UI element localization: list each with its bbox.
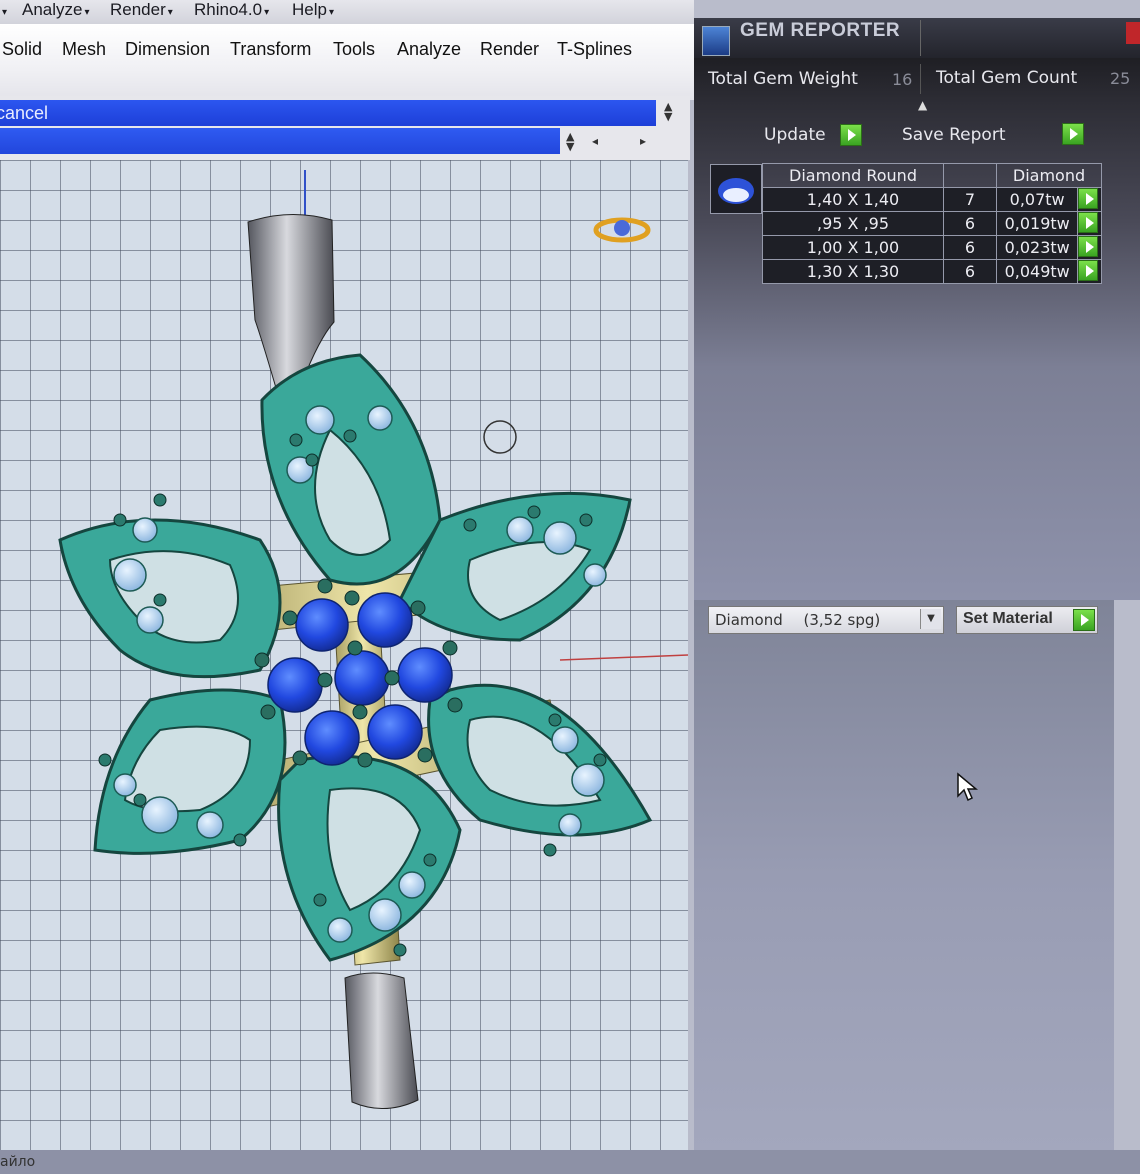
status-text: айло <box>0 1154 36 1170</box>
material-density: (3,52 spg) <box>803 611 881 629</box>
diamond-shape-tile[interactable] <box>710 164 762 214</box>
row-select-button[interactable] <box>1077 211 1102 236</box>
title-divider <box>920 20 921 56</box>
history-scroll-arrows[interactable]: ▲ ▼ <box>664 101 672 122</box>
round-diamond-icon <box>718 178 754 204</box>
menu-transform[interactable]: Transform <box>230 39 311 60</box>
menu-render-2[interactable]: Render <box>480 39 539 60</box>
chevron-down-icon: ▾ <box>167 7 173 18</box>
chevron-down-icon: ▾ <box>328 7 334 18</box>
save-report-button[interactable] <box>1062 123 1084 145</box>
command-input[interactable] <box>0 128 560 154</box>
row-select-button[interactable] <box>1077 235 1102 260</box>
viewport-top[interactable] <box>0 160 688 1150</box>
update-button[interactable] <box>840 124 862 146</box>
row-select-button[interactable] <box>1077 259 1102 284</box>
mouse-pointer-icon <box>957 772 978 802</box>
row-size: 1,00 X 1,00 <box>762 235 944 260</box>
green-play-arrow-icon[interactable] <box>1078 260 1099 281</box>
gem-table-header: Diamond Round Diamond <box>762 163 1102 188</box>
menu-rhino[interactable]: Rhino4.0 ▾ <box>194 0 269 20</box>
green-play-arrow-icon[interactable] <box>1078 212 1099 233</box>
gem-reporter-panel: GEM REPORTER Total Gem Weight 16 Total G… <box>694 18 1140 600</box>
row-size: 1,30 X 1,30 <box>762 259 944 284</box>
material-selected: Diamond <box>715 611 783 629</box>
menu-analyze[interactable]: Analyze ▾ <box>22 0 90 20</box>
row-weight: 0,019tw <box>995 211 1079 236</box>
menu-render[interactable]: Render ▾ <box>110 0 173 20</box>
table-row[interactable]: 1,30 X 1,30 6 0,049tw <box>762 259 1102 284</box>
close-icon[interactable] <box>1126 22 1140 44</box>
table-row[interactable]: 1,40 X 1,40 7 0,07tw <box>762 187 1102 212</box>
row-size: ,95 X ,95 <box>762 211 944 236</box>
row-weight: 0,07tw <box>995 187 1079 212</box>
arrow-left-icon[interactable]: ◂ <box>592 134 598 148</box>
green-play-arrow-icon[interactable] <box>1078 236 1099 257</box>
x-axis-line <box>559 654 688 661</box>
arrow-right-icon[interactable]: ▸ <box>640 134 646 148</box>
weight-divider <box>920 64 921 94</box>
menu-analyze-2[interactable]: Analyze <box>397 39 461 60</box>
row-weight: 0,023tw <box>995 235 1079 260</box>
material-panel: Diamond (3,52 spg) ▼ Set Material <box>694 600 1114 1150</box>
command-prompt-text: cancel <box>0 103 49 123</box>
total-weight-label: Total Gem Weight <box>708 69 858 89</box>
total-weight-value: 16 <box>892 70 913 89</box>
table-row[interactable]: 1,00 X 1,00 6 0,023tw <box>762 235 1102 260</box>
update-label: Update <box>764 125 826 145</box>
row-count: 6 <box>943 211 997 236</box>
chevron-down-icon: ▾ <box>264 7 270 18</box>
collapse-arrow-icon[interactable]: ▲ <box>918 98 927 112</box>
command-area: cancel ▲ ▼ ▲ ▼ ◂ ▸ <box>0 96 690 160</box>
chevron-down-icon: ▾ <box>84 7 90 18</box>
top-menubar: ▾ Analyze ▾ Render ▾ Rhino4.0 ▾ Help ▾ <box>0 0 694 25</box>
total-count-value: 25 <box>1110 69 1131 88</box>
green-play-arrow-icon[interactable] <box>1073 609 1095 631</box>
row-weight: 0,049tw <box>995 259 1079 284</box>
save-report-label: Save Report <box>902 125 1006 145</box>
material-select[interactable]: Diamond (3,52 spg) ▼ <box>708 606 944 634</box>
panel-title: GEM REPORTER <box>740 20 901 41</box>
main-menubar: Solid Mesh Dimension Transform Tools Ana… <box>0 24 694 100</box>
menu-left-caret[interactable]: ▾ <box>0 0 7 20</box>
header-material: Diamond <box>996 163 1102 188</box>
input-scroll-arrows[interactable]: ▲ ▼ <box>566 131 574 152</box>
menu-help[interactable]: Help ▾ <box>292 0 334 20</box>
menu-mesh[interactable]: Mesh <box>62 39 106 60</box>
row-select-button[interactable] <box>1077 187 1102 212</box>
table-row[interactable]: ,95 X ,95 6 0,019tw <box>762 211 1102 236</box>
row-count: 6 <box>943 235 997 260</box>
menu-dimension[interactable]: Dimension <box>125 39 210 60</box>
set-material-label: Set Material <box>963 610 1053 627</box>
shank-bottom <box>344 972 419 1110</box>
gem-table: Diamond Round Diamond 1,40 X 1,40 7 0,07… <box>762 163 1102 284</box>
row-count: 6 <box>943 259 997 284</box>
chevron-down-icon[interactable]: ▼ <box>920 609 941 629</box>
row-size: 1,40 X 1,40 <box>762 187 944 212</box>
header-shape: Diamond Round <box>762 163 944 188</box>
row-count: 7 <box>943 187 997 212</box>
header-count <box>943 163 997 188</box>
rotate-gizmo-icon <box>593 217 651 243</box>
menu-tsplines[interactable]: T-Splines <box>557 39 632 60</box>
snap-circle-icon <box>483 420 517 454</box>
menu-tools[interactable]: Tools <box>333 39 375 60</box>
green-play-arrow-icon[interactable] <box>1078 188 1099 209</box>
model-render <box>58 170 688 1110</box>
set-material-button[interactable]: Set Material <box>956 606 1098 634</box>
total-count-label: Total Gem Count <box>936 68 1078 88</box>
menu-solid[interactable]: Solid <box>2 39 42 60</box>
gem-reporter-logo-icon <box>702 26 730 56</box>
gem-reporter-titlebar: GEM REPORTER <box>694 18 1140 58</box>
status-strip: айло <box>0 1150 1140 1174</box>
command-history: cancel <box>0 100 656 126</box>
